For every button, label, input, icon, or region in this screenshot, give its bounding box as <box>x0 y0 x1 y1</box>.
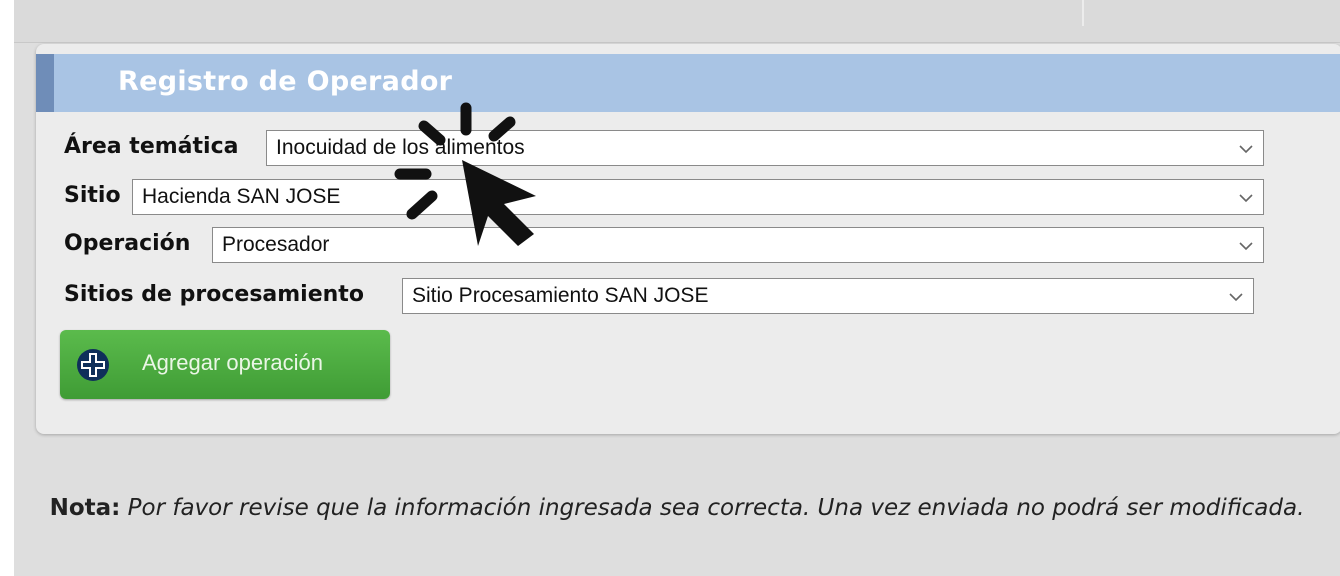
add-operation-label: Agregar operación <box>142 350 324 375</box>
sitio-select[interactable]: Hacienda SAN JOSE <box>132 179 1264 215</box>
operacion-row: Operación Procesador <box>64 227 1284 265</box>
chevron-down-icon <box>1239 194 1253 203</box>
add-operation-button[interactable]: Agregar operación <box>60 330 390 399</box>
area-label: Área temática <box>64 134 239 159</box>
header-accent-bar <box>36 54 54 112</box>
top-divider <box>1082 0 1084 26</box>
chevron-down-icon <box>1239 145 1253 154</box>
chevron-down-icon <box>1229 293 1243 302</box>
note-body: Por favor revise que la información ingr… <box>127 495 1305 521</box>
panel-header: Registro de Operador <box>36 54 1340 112</box>
sitio-value: Hacienda SAN JOSE <box>142 185 341 208</box>
note-text: Nota: Por favor revise que la informació… <box>14 488 1340 528</box>
note-prefix: Nota: <box>49 495 121 521</box>
page-background: Registro de Operador Área temática Inocu… <box>14 0 1340 576</box>
chevron-down-icon <box>1239 242 1253 251</box>
sitios-procesamiento-label: Sitios de procesamiento <box>64 282 364 307</box>
sitio-row: Sitio Hacienda SAN JOSE <box>64 179 1284 217</box>
sitios-procesamiento-value: Sitio Procesamiento SAN JOSE <box>412 284 709 307</box>
area-row: Área temática Inocuidad de los alimentos <box>64 130 1284 168</box>
operacion-value: Procesador <box>222 233 330 256</box>
sitios-procesamiento-select[interactable]: Sitio Procesamiento SAN JOSE <box>402 278 1254 314</box>
sitios-procesamiento-row: Sitios de procesamiento Sitio Procesamie… <box>64 278 1284 316</box>
plus-icon <box>77 349 109 381</box>
click-pointer-icon <box>394 102 536 246</box>
operacion-label: Operación <box>64 231 191 256</box>
panel-title: Registro de Operador <box>118 66 453 97</box>
operacion-select[interactable]: Procesador <box>212 227 1264 263</box>
sitio-label: Sitio <box>64 183 121 208</box>
top-strip <box>14 0 1340 43</box>
